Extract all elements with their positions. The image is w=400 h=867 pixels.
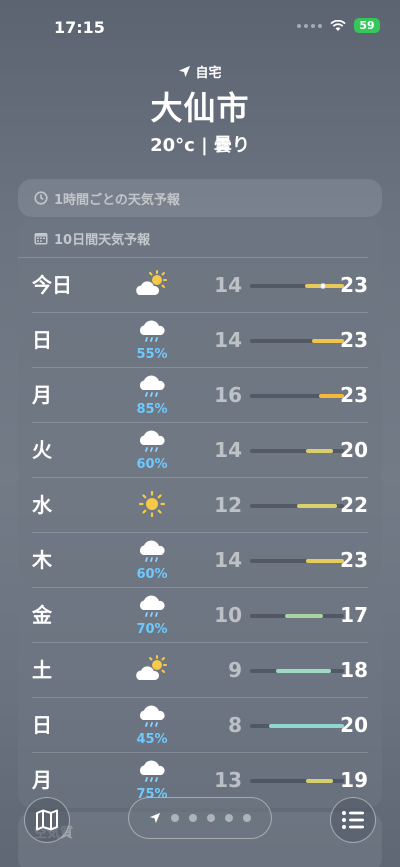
- precipitation-chance: 60%: [136, 567, 168, 582]
- day-name: 木: [32, 548, 52, 572]
- precipitation-chance: 60%: [136, 457, 168, 472]
- forecast-day-row[interactable]: 木 60% 14 23: [32, 533, 368, 588]
- low-temperature: 8: [228, 713, 242, 737]
- day-name: 金: [32, 603, 52, 627]
- precipitation-chance: 70%: [136, 622, 168, 637]
- ten-day-forecast-title: 10日間天気予報: [54, 233, 151, 248]
- day-name: 月: [32, 383, 52, 407]
- high-temperature: 23: [340, 273, 368, 297]
- forecast-day-row[interactable]: 日 55% 14 23: [32, 313, 368, 368]
- forecast-day-row[interactable]: 土 9 18: [32, 643, 368, 698]
- weather-icon-cell: 55%: [122, 319, 182, 363]
- partly-cloudy-sun-icon: [133, 269, 171, 303]
- cloud-rain-icon: [137, 705, 167, 733]
- day-name: 土: [32, 658, 52, 682]
- location-line: 自宅: [0, 62, 400, 81]
- low-temperature: 10: [214, 603, 242, 627]
- ten-day-forecast-header: 10日間天気予報: [18, 220, 368, 258]
- day-name: 今日: [32, 273, 72, 297]
- cloud-rain-icon: [137, 540, 167, 568]
- hourly-forecast-card[interactable]: 1時間ごとの天気予報: [18, 179, 382, 217]
- forecast-day-row[interactable]: 水 12 22: [32, 478, 368, 533]
- page-dot: [171, 814, 179, 822]
- map-button[interactable]: [24, 797, 70, 843]
- ten-day-forecast-card[interactable]: 10日間天気予報 今日 14 23 日 55% 14 23 月 85% 16 23 火 60% 14 20 水…: [18, 220, 382, 808]
- weather-icon-cell: 85%: [122, 374, 182, 418]
- day-name: 日: [32, 328, 52, 352]
- high-temperature: 18: [340, 658, 368, 682]
- weather-icon-cell: 60%: [122, 429, 182, 473]
- precipitation-chance: 85%: [136, 402, 168, 417]
- page-dot: [243, 814, 251, 822]
- forecast-day-row[interactable]: 今日 14 23: [32, 258, 368, 313]
- sun-icon: [138, 490, 166, 522]
- forecast-day-row[interactable]: 月 85% 16 23: [32, 368, 368, 423]
- cloud-rain-icon: [137, 760, 167, 788]
- battery-indicator: 59: [354, 18, 380, 33]
- low-temperature: 14: [214, 273, 242, 297]
- bottom-toolbar: [0, 795, 400, 867]
- temperature-range-fill: [284, 614, 324, 618]
- cellular-signal-icon: [297, 23, 322, 28]
- forecast-day-row[interactable]: 日 45% 8 20: [32, 698, 368, 753]
- low-temperature: 9: [228, 658, 242, 682]
- high-temperature: 23: [340, 383, 368, 407]
- page-indicator[interactable]: [128, 797, 272, 839]
- weather-icon-cell: 70%: [122, 594, 182, 638]
- weather-icon-cell: [122, 484, 182, 528]
- calendar-icon: [34, 233, 48, 245]
- page-dot: [225, 814, 233, 822]
- hourly-forecast-title: 1時間ごとの天気予報: [54, 192, 180, 208]
- clock-icon: [34, 191, 48, 205]
- precipitation-chance: 45%: [136, 732, 168, 747]
- precipitation-chance: 55%: [136, 347, 168, 362]
- page-dot: [207, 814, 215, 822]
- high-temperature: 20: [340, 438, 368, 462]
- high-temperature: 20: [340, 713, 368, 737]
- low-temperature: 12: [214, 493, 242, 517]
- location-label: 自宅: [195, 66, 222, 81]
- low-temperature: 14: [214, 548, 242, 572]
- weather-icon-cell: [122, 649, 182, 693]
- city-list-button[interactable]: [330, 797, 376, 843]
- current-temperature-dot: [320, 283, 327, 289]
- cloud-rain-icon: [137, 375, 167, 403]
- high-temperature: 22: [340, 493, 368, 517]
- low-temperature: 14: [214, 328, 242, 352]
- location-arrow-icon: [179, 65, 191, 78]
- day-name: 水: [32, 493, 52, 517]
- status-bar: 17:15 59: [0, 0, 400, 52]
- high-temperature: 17: [340, 603, 368, 627]
- forecast-day-row[interactable]: 火 60% 14 20: [32, 423, 368, 478]
- day-name: 火: [32, 438, 52, 462]
- map-icon: [36, 809, 58, 831]
- status-time: 17:15: [54, 18, 105, 37]
- cloud-rain-icon: [137, 320, 167, 348]
- low-temperature: 14: [214, 438, 242, 462]
- weather-icon-cell: 60%: [122, 539, 182, 583]
- location-page-icon: [149, 812, 161, 824]
- city-name: 大仙市: [150, 89, 250, 127]
- weather-icon-cell: 45%: [122, 704, 182, 748]
- day-list: 今日 14 23 日 55% 14 23 月 85% 16 23 火 60% 14 20 水 12 22 木 60% 1…: [18, 258, 382, 808]
- location-header: 自宅 大仙市 20°c | 曇り: [0, 62, 400, 157]
- partly-cloudy-sun-icon: [133, 654, 171, 688]
- weather-icon-cell: [122, 264, 182, 308]
- high-temperature: 23: [340, 548, 368, 572]
- cloud-rain-icon: [137, 430, 167, 458]
- current-conditions: 20°c | 曇り: [150, 135, 250, 156]
- page-dot: [189, 814, 197, 822]
- low-temperature: 16: [214, 383, 242, 407]
- status-indicators: 59: [297, 18, 380, 33]
- cloud-rain-icon: [137, 595, 167, 623]
- forecast-day-row[interactable]: 金 70% 10 17: [32, 588, 368, 643]
- wifi-icon: [330, 19, 346, 31]
- day-name: 日: [32, 713, 52, 737]
- temperature-range-fill: [276, 669, 331, 673]
- high-temperature: 23: [340, 328, 368, 352]
- list-icon: [342, 811, 364, 829]
